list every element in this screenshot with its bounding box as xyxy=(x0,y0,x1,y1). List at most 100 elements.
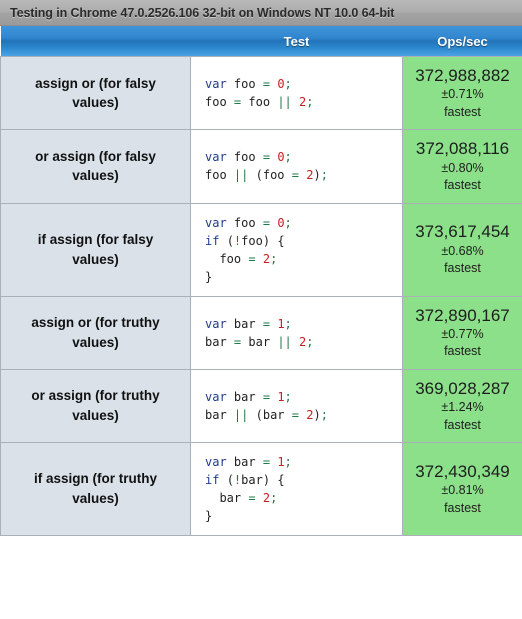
code-token: foo xyxy=(241,233,263,248)
ops-value: 372,088,116 xyxy=(415,139,510,159)
ops-rank-label: fastest xyxy=(444,417,481,432)
code-snippet: var bar = 1; bar || (bar = 2); xyxy=(205,388,402,424)
code-token: = xyxy=(291,168,299,183)
ops-value: 372,890,167 xyxy=(415,305,510,325)
code-token: foo xyxy=(248,95,271,110)
code-token: bar xyxy=(262,407,285,422)
code-token: { xyxy=(277,233,285,248)
code-token: || xyxy=(233,407,249,422)
table-header: Test Ops/sec xyxy=(0,26,522,57)
ops-rank-label: fastest xyxy=(444,261,481,276)
code-token: = xyxy=(248,491,256,505)
code-token: || xyxy=(233,168,249,183)
ops-rank-label: fastest xyxy=(444,178,481,192)
test-name-cell: assign or (for falsy values) xyxy=(0,55,191,131)
titlebar: Testing in Chrome 47.0.2526.106 32-bit o… xyxy=(0,0,522,26)
code-token: var xyxy=(205,150,227,165)
code-snippet: var bar = 1; bar = bar || 2; xyxy=(205,315,402,351)
ops-cell: 372,430,349 ±0.81% fastest xyxy=(402,442,522,536)
code-token: } xyxy=(205,509,213,523)
code-token: foo xyxy=(262,168,285,183)
ops-cell: 369,028,287 ±1.24% fastest xyxy=(402,368,522,444)
code-token: ) xyxy=(313,168,321,183)
test-code-cell: var foo = 0; if (!foo) { foo = 2; } xyxy=(190,202,403,297)
code-token: ; xyxy=(306,95,314,110)
code-token: ; xyxy=(320,168,328,183)
code-token: ) xyxy=(262,473,271,487)
test-name-cell: or assign (for falsy values) xyxy=(0,129,191,204)
code-token: ; xyxy=(284,455,292,469)
code-token: || xyxy=(277,95,292,110)
code-token: 1 xyxy=(277,389,285,404)
ops-margin-of-error: ±0.81% xyxy=(441,483,484,498)
code-token: var xyxy=(205,77,227,92)
code-token: = xyxy=(262,215,271,230)
code-snippet: var foo = 0; if (!foo) { foo = 2; } xyxy=(205,214,402,286)
test-name-cell: or assign (for truthy values) xyxy=(0,368,191,444)
test-name-cell: assign or (for truthy values) xyxy=(0,295,191,370)
code-token: = xyxy=(262,316,271,331)
code-token: ( xyxy=(226,473,234,487)
column-header-test-name xyxy=(0,26,191,57)
code-token: 0 xyxy=(277,150,285,165)
table-row: if assign (for falsy values) var foo = 0;… xyxy=(0,202,522,297)
benchmark-table: Test Ops/sec assign or (for falsy values… xyxy=(0,26,522,536)
code-token: foo xyxy=(233,77,256,92)
code-token: = xyxy=(291,407,299,422)
code-token: 2 xyxy=(262,251,271,266)
table-row: assign or (for falsy values) var foo = 0;… xyxy=(0,55,522,131)
code-token: = xyxy=(262,77,271,92)
benchmark-results-page: Testing in Chrome 47.0.2526.106 32-bit o… xyxy=(0,0,522,619)
code-token: if xyxy=(205,473,220,487)
ops-cell: 372,988,882 ±0.71% fastest xyxy=(402,55,522,131)
code-token: ; xyxy=(270,491,278,505)
table-header-row: Test Ops/sec xyxy=(0,26,522,57)
code-token: ) xyxy=(262,233,271,248)
code-snippet: var foo = 0; foo = foo || 2; xyxy=(205,75,402,111)
test-name-cell: if assign (for falsy values) xyxy=(0,202,191,297)
code-token: ; xyxy=(284,316,292,331)
ops-value: 369,028,287 xyxy=(415,378,510,398)
test-code-cell: var foo = 0; foo || (foo = 2); xyxy=(190,129,403,204)
test-name-cell: if assign (for truthy values) xyxy=(0,442,191,536)
ops-margin-of-error: ±0.71% xyxy=(441,87,484,102)
code-token: if xyxy=(205,233,220,248)
ops-cell: 373,617,454 ±0.68% fastest xyxy=(402,202,522,297)
ops-margin-of-error: ±1.24% xyxy=(441,400,484,414)
code-token: bar xyxy=(205,407,227,422)
code-token: 2 xyxy=(262,491,271,505)
titlebar-text: Testing in Chrome 47.0.2526.106 32-bit o… xyxy=(10,5,395,20)
ops-margin-of-error: ±0.80% xyxy=(441,160,484,175)
code-token: ; xyxy=(284,215,292,230)
table-row: if assign (for truthy values) var bar = 1… xyxy=(0,442,522,536)
code-token: foo xyxy=(205,95,227,110)
ops-cell: 372,088,116 ±0.80% fastest xyxy=(402,129,522,204)
code-token: ( xyxy=(255,407,263,422)
ops-value: 373,617,454 xyxy=(415,222,510,242)
table-row: assign or (for truthy values) var bar = 1… xyxy=(0,295,522,370)
code-snippet: var bar = 1; if (!bar) { bar = 2; } xyxy=(205,453,402,525)
ops-cell: 372,890,167 ±0.77% fastest xyxy=(402,295,522,370)
code-token: 0 xyxy=(277,77,285,92)
code-token: ; xyxy=(284,150,292,165)
code-token: ( xyxy=(226,233,234,248)
code-token: bar xyxy=(205,334,227,349)
code-token: 1 xyxy=(277,455,285,469)
code-token: || xyxy=(277,334,292,349)
code-token: foo xyxy=(219,251,242,266)
